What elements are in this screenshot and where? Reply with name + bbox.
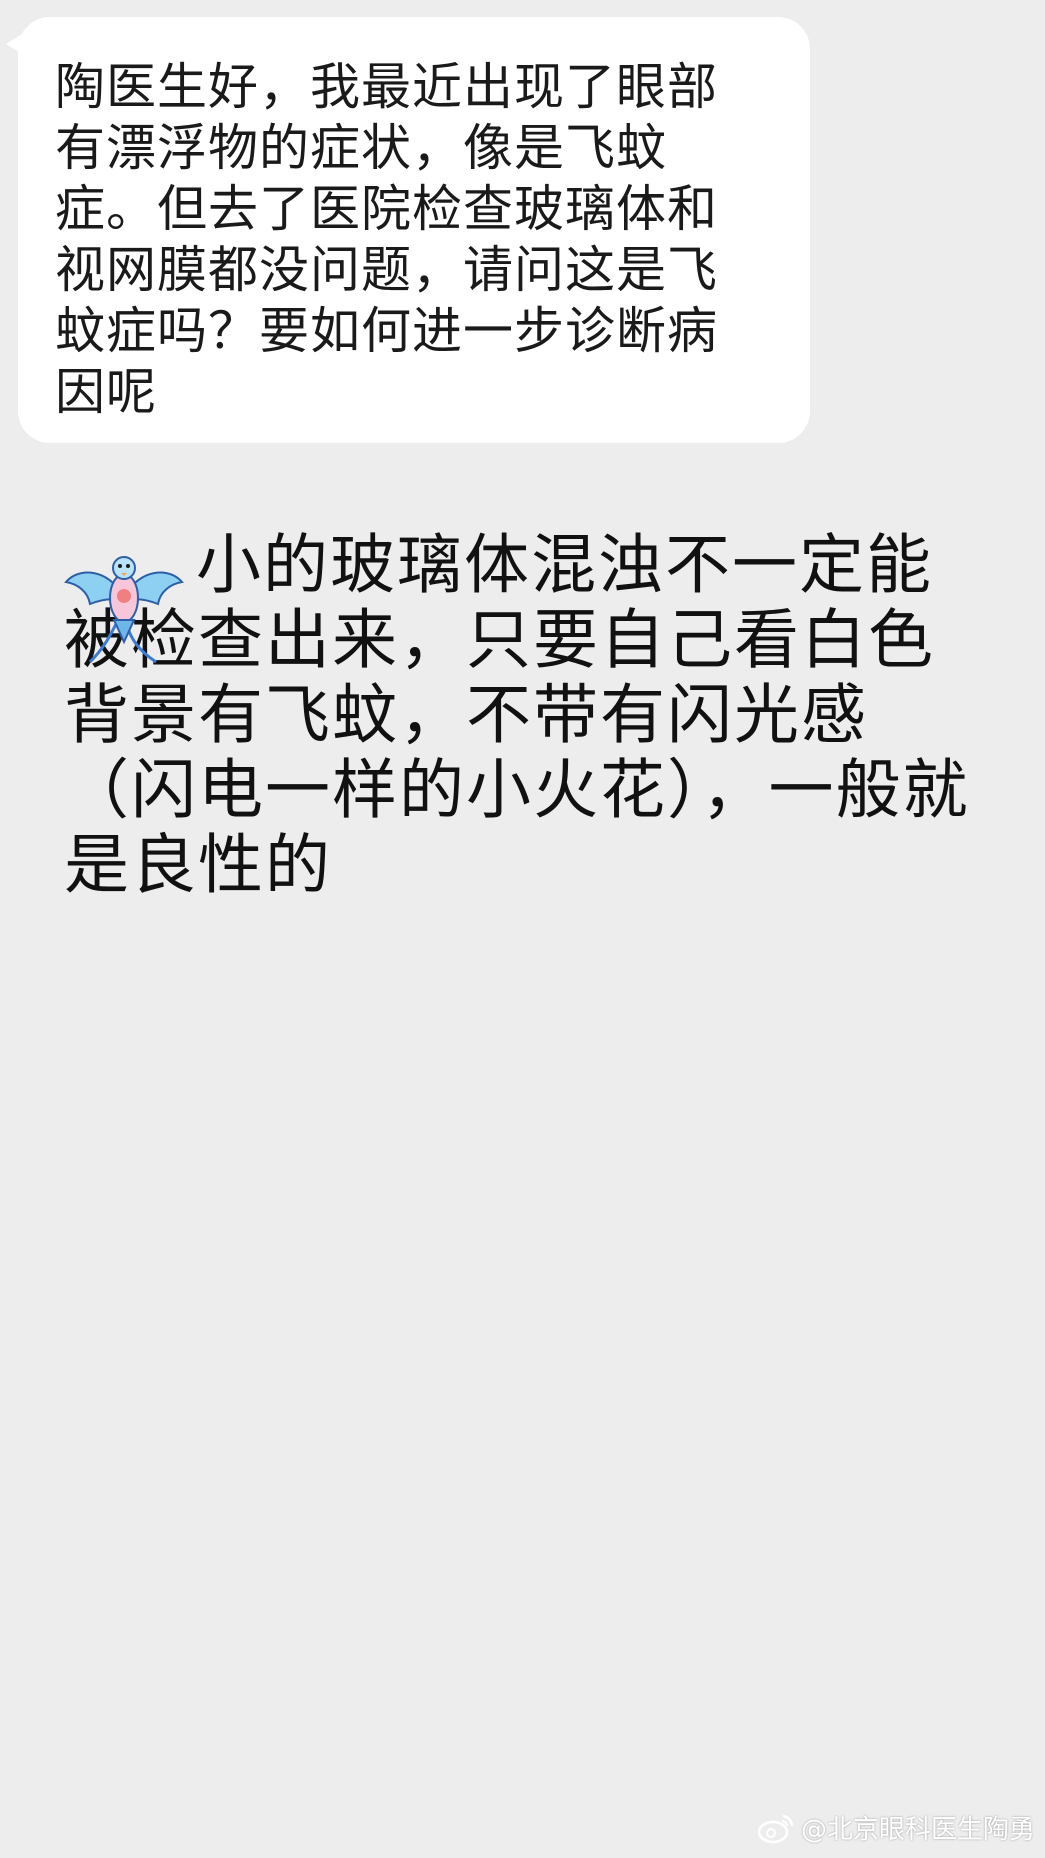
watermark: @北京眼科医生陶勇 <box>757 1809 1035 1846</box>
reply-message-text: 小的玻璃体混浊不一定能被检查出来，只要自己看白色背景有飞蚊，不带有闪光感（闪电一… <box>64 528 970 903</box>
reply-message: 小的玻璃体混浊不一定能被检查出来，只要自己看白色背景有飞蚊，不带有闪光感（闪电一… <box>64 528 984 903</box>
bubble-tail <box>6 34 22 54</box>
weibo-logo-icon <box>757 1814 794 1843</box>
kite-emoji-icon <box>64 556 184 664</box>
incoming-message-bubble: 陶医生好，我最近出现了眼部有漂浮物的症状，像是飞蚊症。但去了医院检查玻璃体和视网… <box>18 17 810 443</box>
watermark-text: @北京眼科医生陶勇 <box>800 1815 1035 1845</box>
incoming-message-text: 陶医生好，我最近出现了眼部有漂浮物的症状，像是飞蚊症。但去了医院检查玻璃体和视网… <box>55 58 718 421</box>
